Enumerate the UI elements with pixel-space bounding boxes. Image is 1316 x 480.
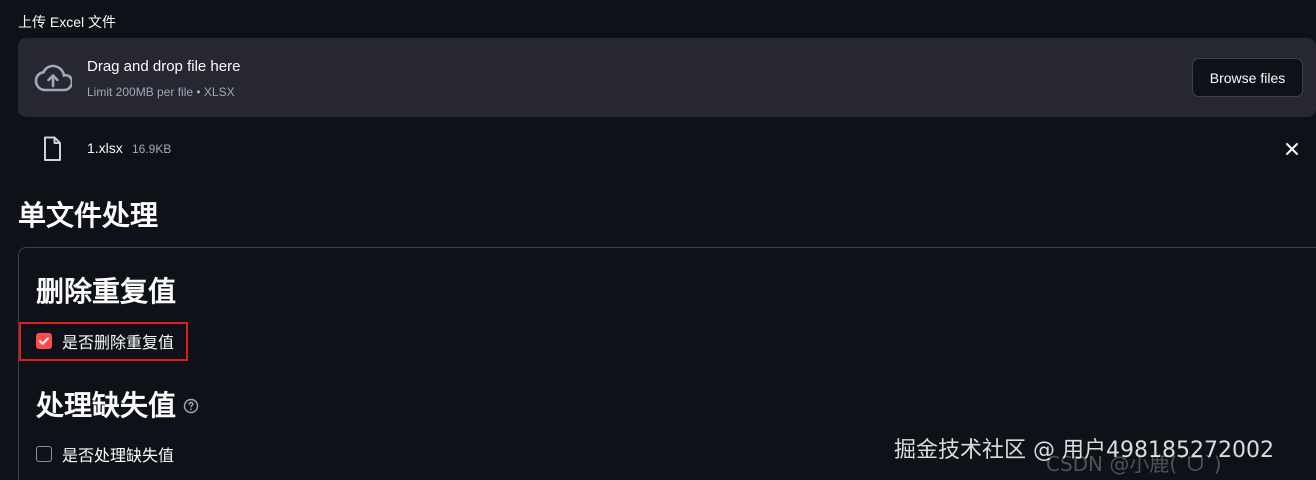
file-size: 16.9KB <box>132 142 172 156</box>
file-dropzone[interactable]: Drag and drop file here Limit 200MB per … <box>18 38 1316 117</box>
checkbox-checked[interactable] <box>36 333 52 349</box>
cloud-upload-icon <box>34 64 72 92</box>
dropzone-title: Drag and drop file here <box>87 58 241 75</box>
checkbox-unchecked[interactable] <box>36 446 52 462</box>
missing-checkbox[interactable]: 是否处理缺失值 <box>36 442 174 466</box>
help-circle-icon[interactable] <box>183 398 199 414</box>
browse-files-button[interactable]: Browse files <box>1192 58 1303 97</box>
file-icon <box>44 136 61 161</box>
section-title: 单文件处理 <box>18 200 159 231</box>
dedup-checkbox[interactable]: 是否删除重复值 <box>36 329 174 353</box>
dedup-checkbox-label: 是否删除重复值 <box>62 335 175 352</box>
file-name: 1.xlsx <box>87 140 123 156</box>
missing-checkbox-label: 是否处理缺失值 <box>62 448 175 465</box>
uploaded-file-row: 1.xlsx 16.9KB <box>0 132 1316 166</box>
watermark-juejin: 掘金技术社区 @ 用户498185272002 <box>894 438 1274 463</box>
uploader-label: 上传 Excel 文件 <box>18 14 117 30</box>
check-icon <box>39 337 49 345</box>
dedup-heading: 删除重复值 <box>36 276 177 307</box>
dropzone-subtitle: Limit 200MB per file • XLSX <box>87 85 235 99</box>
close-icon[interactable] <box>1284 141 1300 157</box>
missing-heading: 处理缺失值 <box>36 390 177 421</box>
